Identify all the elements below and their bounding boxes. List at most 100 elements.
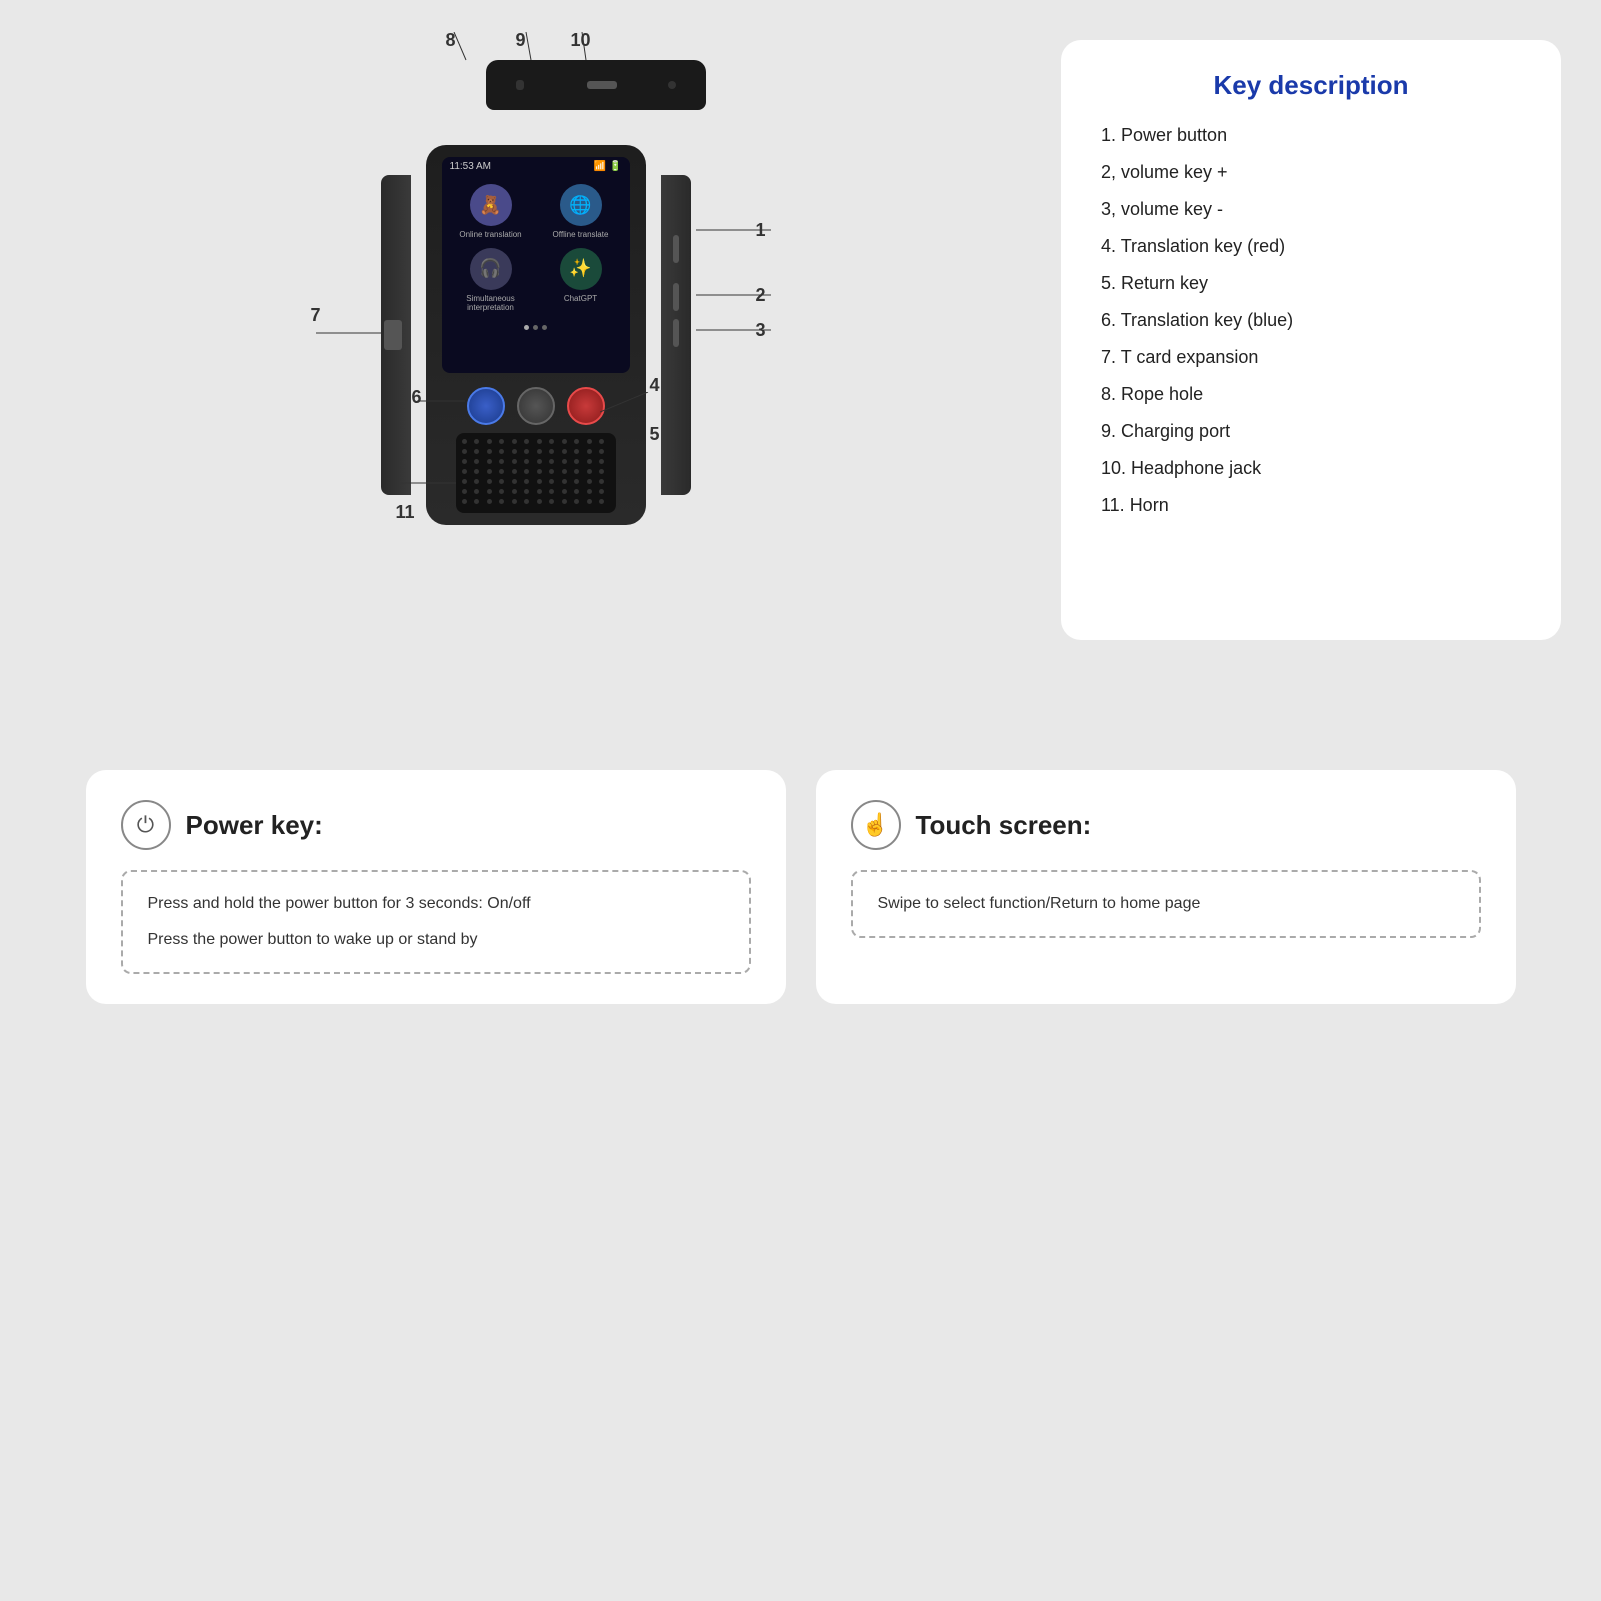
- screen-status-bar: 11:53 AM 📶 🔋: [442, 157, 630, 176]
- speaker-dot: [549, 469, 554, 474]
- device-top-bar: [486, 60, 706, 110]
- speaker-dot: [524, 499, 529, 504]
- speaker-dot: [524, 469, 529, 474]
- key-item-8: 8. Rope hole: [1101, 380, 1521, 409]
- speaker-dot: [462, 449, 467, 454]
- touch-screen-card: ☝ Touch screen: Swipe to select function…: [816, 770, 1516, 1004]
- speaker-dot: [499, 479, 504, 484]
- volume-buttons: [673, 283, 679, 347]
- power-button[interactable]: [673, 235, 679, 263]
- key-item-10: 10. Headphone jack: [1101, 454, 1521, 483]
- speaker-dot: [562, 489, 567, 494]
- speaker-dot: [587, 469, 592, 474]
- speaker-dot: [537, 439, 542, 444]
- power-instruction-2: Press the power button to wake up or sta…: [148, 928, 724, 952]
- speaker-dot: [587, 459, 592, 464]
- return-button[interactable]: [517, 387, 555, 425]
- speaker-dot: [474, 489, 479, 494]
- speaker-dot: [474, 449, 479, 454]
- label-2: 2: [756, 285, 766, 306]
- chatgpt-label: ChatGPT: [564, 294, 597, 304]
- key-item-1: 1. Power button: [1101, 121, 1521, 150]
- speaker-dot: [487, 479, 492, 484]
- screen-icon-offline-translate: 🌐 Offline translate: [540, 184, 622, 240]
- speaker-dot: [549, 439, 554, 444]
- label-1: 1: [756, 220, 766, 241]
- speaker-dot: [499, 459, 504, 464]
- speaker-dot: [474, 459, 479, 464]
- key-item-7: 7. T card expansion: [1101, 343, 1521, 372]
- speaker-dot: [587, 489, 592, 494]
- volume-up-button[interactable]: [673, 283, 679, 311]
- speaker-dot: [462, 459, 467, 464]
- touch-screen-header: ☝ Touch screen:: [851, 800, 1481, 850]
- chatgpt-icon: ✨: [560, 248, 602, 290]
- offline-translate-label: Offline translate: [553, 230, 609, 240]
- speaker-dot: [487, 449, 492, 454]
- speaker-dot: [462, 479, 467, 484]
- speaker-dot: [562, 499, 567, 504]
- key-item-5: 5. Return key: [1101, 269, 1521, 298]
- speaker-dot: [599, 489, 604, 494]
- speaker-dot: [574, 459, 579, 464]
- key-description-panel: Key description 1. Power button 2, volum…: [1061, 40, 1561, 640]
- speaker-dot: [512, 469, 517, 474]
- speaker-dot: [549, 459, 554, 464]
- speaker-dot: [462, 469, 467, 474]
- device-row: 7 11:53 AM 📶 🔋: [381, 145, 691, 525]
- speaker-dot: [599, 459, 604, 464]
- speaker-dot: [599, 479, 604, 484]
- label4-line: [600, 392, 655, 422]
- speaker-dot: [524, 479, 529, 484]
- speaker-dot: [499, 489, 504, 494]
- key-item-9: 9. Charging port: [1101, 417, 1521, 446]
- label-3: 3: [756, 320, 766, 341]
- power-instruction-1: Press and hold the power button for 3 se…: [148, 892, 724, 916]
- power-key-body: Press and hold the power button for 3 se…: [121, 870, 751, 974]
- speaker-dot: [512, 439, 517, 444]
- device-right-side: [661, 175, 691, 495]
- speaker-dot: [574, 439, 579, 444]
- tcard-slot: [384, 320, 402, 350]
- speaker-dot: [462, 499, 467, 504]
- speaker-dot: [524, 489, 529, 494]
- speaker-dot: [524, 459, 529, 464]
- speaker-dot: [587, 479, 592, 484]
- speaker-dot: [549, 499, 554, 504]
- simultaneous-icon: 🎧: [470, 248, 512, 290]
- speaker-dot: [599, 499, 604, 504]
- speaker-dot: [499, 469, 504, 474]
- speaker-dot: [587, 439, 592, 444]
- volume-down-button[interactable]: [673, 319, 679, 347]
- speaker-dot: [487, 489, 492, 494]
- speaker-dot: [512, 489, 517, 494]
- speaker-dot: [574, 479, 579, 484]
- power-key-title: Power key:: [186, 810, 323, 841]
- speaker-dot: [524, 449, 529, 454]
- speaker-dot: [549, 489, 554, 494]
- key-item-4: 4. Translation key (red): [1101, 232, 1521, 261]
- screen-time: 11:53 AM: [450, 161, 492, 172]
- power-key-card: ⏻ Power key: Press and hold the power bu…: [86, 770, 786, 1004]
- device-speaker: [456, 433, 616, 513]
- speaker-dot: [499, 449, 504, 454]
- speaker-dot: [562, 439, 567, 444]
- touch-screen-body: Swipe to select function/Return to home …: [851, 870, 1481, 938]
- key-description-list: 1. Power button 2, volume key + 3, volum…: [1101, 121, 1521, 520]
- device-screen: 11:53 AM 📶 🔋 🧸 Online translation 🌐 Offl…: [442, 157, 630, 373]
- speaker-dot: [599, 469, 604, 474]
- speaker-dot: [512, 499, 517, 504]
- key-item-3: 3, volume key -: [1101, 195, 1521, 224]
- speaker-dot: [574, 469, 579, 474]
- simultaneous-label: Simultaneous interpretation: [450, 294, 532, 313]
- speaker-dot: [512, 479, 517, 484]
- speaker-dot: [574, 499, 579, 504]
- bottom-section: ⏻ Power key: Press and hold the power bu…: [40, 770, 1561, 1004]
- speaker-area: 11: [456, 433, 616, 513]
- touch-screen-title: Touch screen:: [916, 810, 1092, 841]
- touch-icon: ☝: [851, 800, 901, 850]
- blue-translation-button[interactable]: [467, 387, 505, 425]
- label6-line: [417, 396, 472, 416]
- device-main-body: 11:53 AM 📶 🔋 🧸 Online translation 🌐 Offl…: [426, 145, 646, 525]
- dot-2: [533, 325, 538, 330]
